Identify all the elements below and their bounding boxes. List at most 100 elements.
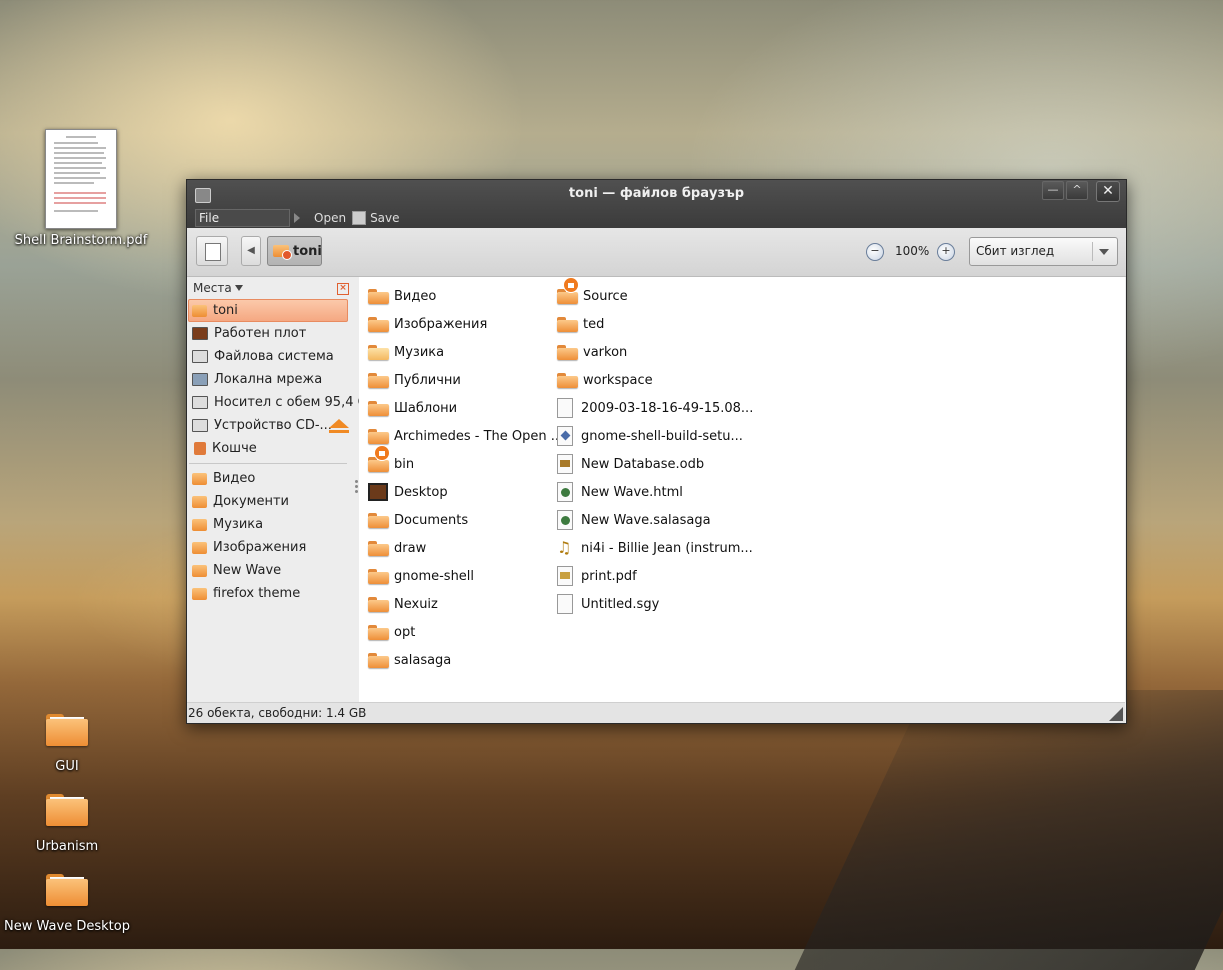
sidebar-bookmark[interactable]: Видео <box>187 467 355 490</box>
sidebar-bookmark[interactable]: New Wave <box>187 559 355 582</box>
window-titlebar[interactable]: toni — файлов браузър — ^ ✕ File Open Sa… <box>187 180 1126 228</box>
file-item[interactable]: Nexuiz <box>368 592 438 616</box>
network-icon <box>192 373 208 386</box>
save-menu-item[interactable]: Save <box>352 211 400 225</box>
file-item[interactable]: Публични <box>368 368 461 392</box>
desktop-icon-pdf[interactable]: Shell Brainstorm.pdf <box>6 129 156 248</box>
file-item[interactable]: Documents <box>368 508 468 532</box>
sidebar-bookmark[interactable]: Музика <box>187 513 355 536</box>
close-button[interactable]: ✕ <box>1096 181 1120 202</box>
file-name: 2009-03-18-16-49-15.08... <box>581 400 754 416</box>
toolbar: ◀ toni − 100% + Сбит изглед <box>187 228 1126 277</box>
resize-grip-icon[interactable] <box>1109 707 1123 721</box>
file-name: New Wave.html <box>581 484 683 500</box>
menu-overflow-arrow-icon[interactable] <box>294 213 300 223</box>
folder-icon <box>368 316 389 332</box>
folder-icon <box>46 874 88 906</box>
file-item[interactable]: New Database.odb <box>557 452 704 476</box>
folder-icon <box>368 624 389 640</box>
eject-icon[interactable] <box>329 419 349 433</box>
desktop-folder-icon <box>368 483 388 501</box>
zoom-out-icon[interactable]: − <box>866 243 884 261</box>
file-name: Desktop <box>394 484 448 500</box>
file-item[interactable]: Видео <box>368 284 436 308</box>
sidebar-header[interactable]: Места <box>187 277 355 299</box>
folder-icon <box>192 472 207 485</box>
back-button[interactable]: ◀ <box>241 236 261 266</box>
maximize-button[interactable]: ^ <box>1066 181 1088 200</box>
file-item[interactable]: opt <box>368 620 415 644</box>
sidebar-item-trash[interactable]: Кошче <box>187 437 355 460</box>
folder-icon <box>192 587 207 600</box>
home-folder-icon <box>192 304 207 317</box>
sidebar-item-label: Кошче <box>212 441 257 456</box>
drive-icon <box>192 350 208 363</box>
file-item[interactable]: draw <box>368 536 426 560</box>
file-item[interactable]: ♫ ni4i - Billie Jean (instrum... <box>557 536 753 560</box>
pkg-file-icon <box>557 426 573 446</box>
folder-icon <box>368 428 389 444</box>
file-item[interactable]: New Wave.salasaga <box>557 508 711 532</box>
file-item[interactable]: Desktop <box>368 480 448 504</box>
folder-icon <box>46 714 88 746</box>
sidebar-item-cdrom[interactable]: Устройство CD-... <box>187 414 355 437</box>
folder-icon <box>368 372 389 388</box>
breadcrumb-toni[interactable]: toni <box>267 236 322 266</box>
file-name: Untitled.sgy <box>581 596 660 612</box>
document-file-icon <box>557 398 573 418</box>
file-item[interactable]: gnome-shell <box>368 564 474 588</box>
sidebar-item-label: toni <box>213 303 238 318</box>
desktop-icon-label: Urbanism <box>35 839 99 854</box>
audio-file-icon: ♫ <box>557 538 572 557</box>
folder-icon <box>368 596 389 612</box>
sidebar-item-label: Работен плот <box>214 326 307 341</box>
file-item[interactable]: Шаблони <box>368 396 457 420</box>
sidebar-item-toni[interactable]: toni <box>188 299 348 322</box>
sidebar-item-network[interactable]: Локална мрежа <box>187 368 355 391</box>
close-sidebar-icon[interactable]: × <box>337 283 349 295</box>
folder-icon <box>368 444 390 472</box>
file-item[interactable]: gnome-shell-build-setu... <box>557 424 743 448</box>
drive-icon <box>192 396 208 409</box>
file-list-pane[interactable]: Видео Изображения Музика Публични Шаблони Arc… <box>359 276 1125 702</box>
sidebar-item-label: Видео <box>213 471 256 486</box>
zoom-in-icon[interactable]: + <box>937 243 955 261</box>
sidebar-bookmark[interactable]: firefox theme <box>187 582 355 605</box>
sidebar-bookmark[interactable]: Документи <box>187 490 355 513</box>
file-item[interactable]: varkon <box>557 340 627 364</box>
edit-location-button[interactable] <box>196 236 228 266</box>
sidebar-bookmark[interactable]: Изображения <box>187 536 355 559</box>
folder-icon <box>557 276 579 304</box>
desktop-icon-folder[interactable]: GUI <box>0 714 142 774</box>
wallpaper-road <box>794 690 1223 970</box>
file-item[interactable]: Archimedes - The Open ... <box>368 424 563 448</box>
view-mode-select[interactable]: Сбит изглед <box>969 237 1118 266</box>
file-item[interactable]: workspace <box>557 368 653 392</box>
file-item[interactable]: 2009-03-18-16-49-15.08... <box>557 396 753 420</box>
pane-splitter[interactable] <box>355 480 358 495</box>
sidebar-item-filesystem[interactable]: Файлова система <box>187 345 355 368</box>
sidebar-item-volume[interactable]: Носител с обем 95,4 GB <box>187 391 377 414</box>
sidebar-item-desktop[interactable]: Работен плот <box>187 322 355 345</box>
open-menu-item[interactable]: Open <box>314 211 346 225</box>
file-item[interactable]: Изображения <box>368 312 487 336</box>
file-item[interactable]: salasaga <box>368 648 451 672</box>
save-label: Save <box>370 211 400 225</box>
sidebar-header-label: Места <box>193 281 232 295</box>
folder-icon <box>368 288 389 304</box>
desktop-icon-folder[interactable]: Urbanism <box>0 794 142 854</box>
file-item[interactable]: Source <box>557 276 628 308</box>
file-item[interactable]: bin <box>368 444 414 476</box>
file-item[interactable]: Untitled.sgy <box>557 592 659 616</box>
sidebar-item-label: Локална мрежа <box>214 372 323 387</box>
db-file-icon <box>557 454 573 474</box>
file-menu[interactable]: File <box>195 209 290 227</box>
file-item[interactable]: Музика <box>368 340 444 364</box>
file-item[interactable]: print.pdf <box>557 564 637 588</box>
sidebar-item-label: firefox theme <box>213 586 301 601</box>
minimize-button[interactable]: — <box>1042 181 1064 200</box>
desktop-icon-folder[interactable]: New Wave Desktop <box>0 874 142 934</box>
file-item[interactable]: New Wave.html <box>557 480 683 504</box>
file-item[interactable]: ted <box>557 312 604 336</box>
sidebar-item-label: Носител с обем 95,4 GB <box>214 395 377 410</box>
